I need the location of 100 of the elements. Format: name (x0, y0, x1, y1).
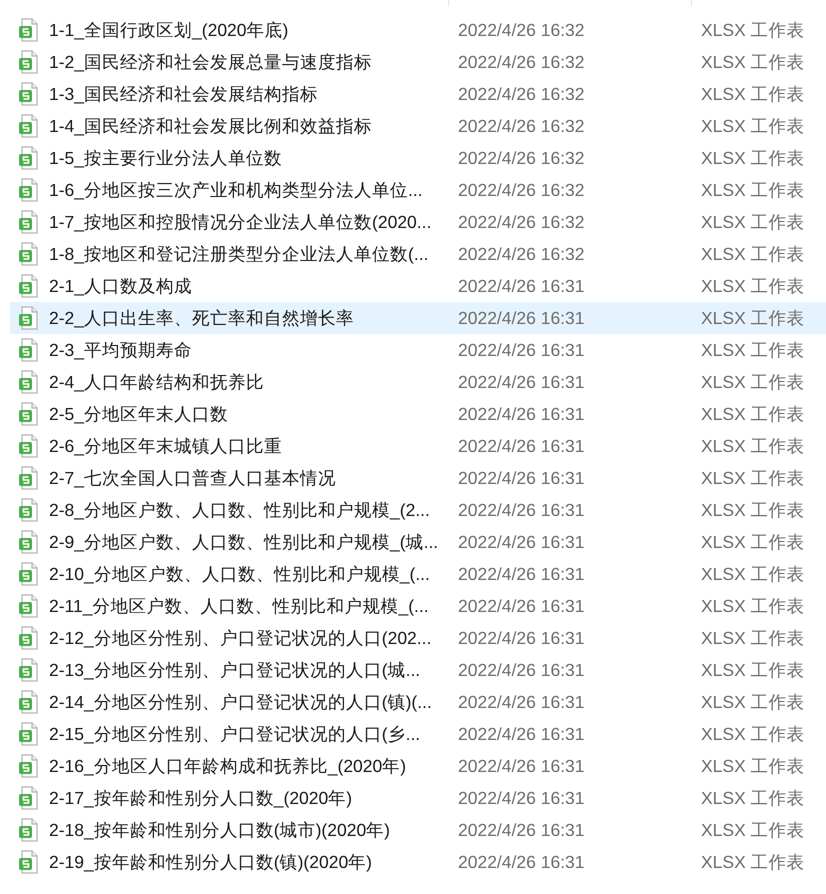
file-name: 1-7_按地区和控股情况分企业法人单位数(2020... (49, 210, 432, 234)
spreadsheet-file-icon (19, 754, 39, 778)
modified-date: 2022/4/26 16:31 (457, 658, 586, 682)
file-row[interactable]: 2-11_分地区户数、人口数、性别比和户规模_(... 2022/4/26 16:31 XLSX 工作表 (10, 590, 826, 622)
file-row[interactable]: 2-2_人口出生率、死亡率和自然增长率 2022/4/26 16:31 XLSX 工作表 (10, 302, 826, 334)
file-type: XLSX 工作表 (700, 82, 806, 106)
file-name: 2-10_分地区户数、人口数、性别比和户规模_(... (49, 562, 430, 586)
file-row[interactable]: 1-3_国民经济和社会发展结构指标 2022/4/26 16:32 XLSX 工作表 (10, 78, 826, 110)
file-type: XLSX 工作表 (700, 402, 806, 426)
file-type: XLSX 工作表 (700, 626, 806, 650)
spreadsheet-file-icon (19, 818, 39, 842)
file-type: XLSX 工作表 (700, 274, 806, 298)
modified-date: 2022/4/26 16:31 (457, 338, 586, 362)
file-name: 2-8_分地区户数、人口数、性别比和户规模_(2... (49, 498, 430, 522)
file-name: 2-17_按年龄和性别分人口数_(2020年) (49, 786, 352, 810)
file-row[interactable]: 1-5_按主要行业分法人单位数 2022/4/26 16:32 XLSX 工作表 (10, 142, 826, 174)
file-type: XLSX 工作表 (700, 658, 806, 682)
modified-date: 2022/4/26 16:31 (457, 818, 586, 842)
file-type: XLSX 工作表 (700, 498, 806, 522)
file-row[interactable]: 2-3_平均预期寿命 2022/4/26 16:31 XLSX 工作表 (10, 334, 826, 366)
spreadsheet-file-icon (19, 466, 39, 490)
file-type: XLSX 工作表 (700, 530, 806, 554)
file-name: 2-18_按年龄和性别分人口数(城市)(2020年) (49, 818, 390, 842)
spreadsheet-file-icon (19, 626, 39, 650)
file-type: XLSX 工作表 (700, 50, 806, 74)
file-type: XLSX 工作表 (700, 114, 806, 138)
modified-date: 2022/4/26 16:32 (457, 242, 586, 266)
modified-date: 2022/4/26 16:32 (457, 178, 586, 202)
file-name: 2-3_平均预期寿命 (49, 338, 192, 362)
file-row[interactable]: 1-7_按地区和控股情况分企业法人单位数(2020... 2022/4/26 16:32 XLSX 工作表 (10, 206, 826, 238)
modified-date: 2022/4/26 16:31 (457, 594, 586, 618)
file-row[interactable]: 2-15_分地区分性别、户口登记状况的人口(乡... 2022/4/26 16:31 XLSX 工作表 (10, 718, 826, 750)
spreadsheet-file-icon (19, 370, 39, 394)
modified-date: 2022/4/26 16:31 (457, 530, 586, 554)
file-name: 2-6_分地区年末城镇人口比重 (49, 434, 282, 458)
file-row[interactable]: 2-8_分地区户数、人口数、性别比和户规模_(2... 2022/4/26 16:31 XLSX 工作表 (10, 494, 826, 526)
file-row[interactable]: 2-4_人口年龄结构和抚养比 2022/4/26 16:31 XLSX 工作表 (10, 366, 826, 398)
file-name: 2-12_分地区分性别、户口登记状况的人口(202... (49, 626, 432, 650)
file-type: XLSX 工作表 (700, 594, 806, 618)
modified-date: 2022/4/26 16:32 (457, 18, 586, 42)
modified-date: 2022/4/26 16:31 (457, 722, 586, 746)
spreadsheet-file-icon (19, 722, 39, 746)
file-row[interactable]: 2-6_分地区年末城镇人口比重 2022/4/26 16:31 XLSX 工作表 (10, 430, 826, 462)
file-row[interactable]: 1-8_按地区和登记注册类型分企业法人单位数(... 2022/4/26 16:32 XLSX 工作表 (10, 238, 826, 270)
file-name: 2-13_分地区分性别、户口登记状况的人口(城... (49, 658, 420, 682)
modified-date: 2022/4/26 16:32 (457, 210, 586, 234)
modified-date: 2022/4/26 16:32 (457, 50, 586, 74)
spreadsheet-file-icon (19, 114, 39, 138)
file-name: 2-19_按年龄和性别分人口数(镇)(2020年) (49, 850, 372, 874)
file-type: XLSX 工作表 (700, 306, 806, 330)
file-row[interactable]: 2-13_分地区分性别、户口登记状况的人口(城... 2022/4/26 16:31 XLSX 工作表 (10, 654, 826, 686)
spreadsheet-file-icon (19, 178, 39, 202)
file-type: XLSX 工作表 (700, 338, 806, 362)
file-name: 2-15_分地区分性别、户口登记状况的人口(乡... (49, 722, 420, 746)
file-name: 1-2_国民经济和社会发展总量与速度指标 (49, 50, 372, 74)
modified-date: 2022/4/26 16:31 (457, 466, 586, 490)
file-row[interactable]: 2-18_按年龄和性别分人口数(城市)(2020年) 2022/4/26 16:31 XLSX 工作表 (10, 814, 826, 846)
modified-date: 2022/4/26 16:31 (457, 626, 586, 650)
file-name: 2-9_分地区户数、人口数、性别比和户规模_(城... (49, 530, 438, 554)
file-row[interactable]: 2-19_按年龄和性别分人口数(镇)(2020年) 2022/4/26 16:31 XLSX 工作表 (10, 846, 826, 878)
file-row[interactable]: 2-7_七次全国人口普查人口基本情况 2022/4/26 16:31 XLSX 工作表 (10, 462, 826, 494)
file-type: XLSX 工作表 (700, 786, 806, 810)
spreadsheet-file-icon (19, 82, 39, 106)
spreadsheet-file-icon (19, 530, 39, 554)
file-row[interactable]: 2-5_分地区年末人口数 2022/4/26 16:31 XLSX 工作表 (10, 398, 826, 430)
file-row[interactable]: 1-6_分地区按三次产业和机构类型分法人单位... 2022/4/26 16:32 XLSX 工作表 (10, 174, 826, 206)
modified-date: 2022/4/26 16:31 (457, 274, 586, 298)
spreadsheet-file-icon (19, 402, 39, 426)
file-name: 2-5_分地区年末人口数 (49, 402, 228, 426)
spreadsheet-file-icon (19, 242, 39, 266)
spreadsheet-file-icon (19, 658, 39, 682)
spreadsheet-file-icon (19, 338, 39, 362)
file-row[interactable]: 1-1_全国行政区划_(2020年底) 2022/4/26 16:32 XLSX 工作表 (10, 14, 826, 46)
file-row[interactable]: 2-14_分地区分性别、户口登记状况的人口(镇)(... 2022/4/26 16:31 XLSX 工作表 (10, 686, 826, 718)
file-name: 1-5_按主要行业分法人单位数 (49, 146, 282, 170)
spreadsheet-file-icon (19, 274, 39, 298)
file-row[interactable]: 2-17_按年龄和性别分人口数_(2020年) 2022/4/26 16:31 XLSX 工作表 (10, 782, 826, 814)
file-row[interactable]: 2-12_分地区分性别、户口登记状况的人口(202... 2022/4/26 16:31 XLSX 工作表 (10, 622, 826, 654)
file-row[interactable]: 2-1_人口数及构成 2022/4/26 16:31 XLSX 工作表 (10, 270, 826, 302)
file-row[interactable]: 1-2_国民经济和社会发展总量与速度指标 2022/4/26 16:32 XLSX 工作表 (10, 46, 826, 78)
file-row[interactable]: 2-16_分地区人口年龄构成和抚养比_(2020年) 2022/4/26 16:31 XLSX 工作表 (10, 750, 826, 782)
file-type: XLSX 工作表 (700, 18, 806, 42)
file-name: 1-3_国民经济和社会发展结构指标 (49, 82, 318, 106)
spreadsheet-file-icon (19, 146, 39, 170)
file-type: XLSX 工作表 (700, 434, 806, 458)
spreadsheet-file-icon (19, 498, 39, 522)
file-row[interactable]: 1-4_国民经济和社会发展比例和效益指标 2022/4/26 16:32 XLSX 工作表 (10, 110, 826, 142)
file-row[interactable]: 2-9_分地区户数、人口数、性别比和户规模_(城... 2022/4/26 16:31 XLSX 工作表 (10, 526, 826, 558)
file-row[interactable]: 2-10_分地区户数、人口数、性别比和户规模_(... 2022/4/26 16:31 XLSX 工作表 (10, 558, 826, 590)
modified-date: 2022/4/26 16:31 (457, 850, 586, 874)
file-type: XLSX 工作表 (700, 210, 806, 234)
spreadsheet-file-icon (19, 434, 39, 458)
modified-date: 2022/4/26 16:31 (457, 370, 586, 394)
modified-date: 2022/4/26 16:31 (457, 690, 586, 714)
modified-date: 2022/4/26 16:31 (457, 402, 586, 426)
file-type: XLSX 工作表 (700, 242, 806, 266)
file-type: XLSX 工作表 (700, 850, 806, 874)
file-name: 2-14_分地区分性别、户口登记状况的人口(镇)(... (49, 690, 432, 714)
spreadsheet-file-icon (19, 850, 39, 874)
spreadsheet-file-icon (19, 786, 39, 810)
